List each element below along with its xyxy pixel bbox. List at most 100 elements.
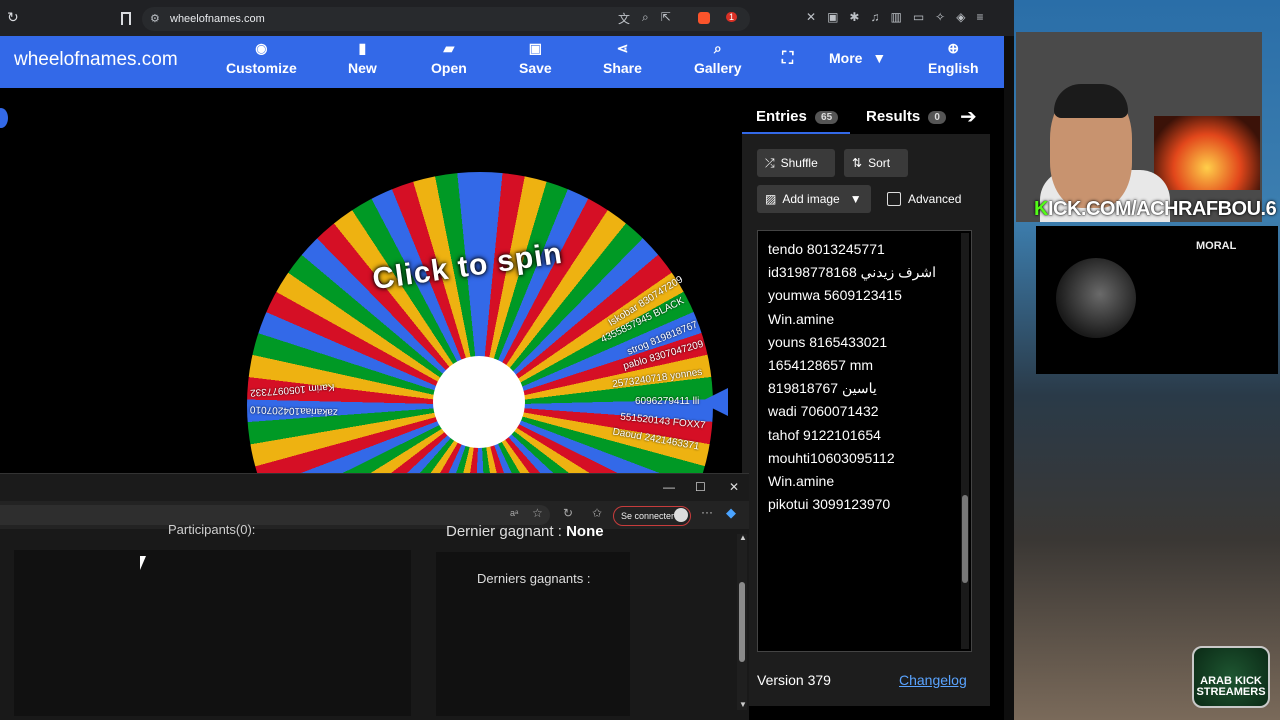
open-button[interactable]: ▰ Open bbox=[431, 38, 467, 76]
palette-icon: ◉ bbox=[255, 40, 268, 56]
more-options-icon[interactable]: ··· bbox=[701, 505, 713, 519]
menu-icon[interactable]: ≡ bbox=[976, 10, 983, 24]
entry-line: Win.amine bbox=[768, 310, 835, 327]
participants-list bbox=[14, 550, 411, 716]
sidebar-tabs: Entries 65 Results 0 bbox=[742, 100, 990, 134]
wheel-segment-label: 6096279411 lli bbox=[635, 396, 700, 407]
scrollbar-thumb[interactable] bbox=[739, 582, 745, 662]
chevron-down-icon: ▼ bbox=[872, 50, 887, 66]
wheel-pointer bbox=[700, 388, 728, 416]
new-button[interactable]: ▮ New bbox=[348, 38, 377, 76]
extension-icon[interactable]: ▣ bbox=[827, 10, 838, 24]
mouse-cursor-icon bbox=[140, 556, 146, 570]
entry-line: pikotui 3099123970 bbox=[768, 496, 891, 513]
overlay-scrollbar[interactable] bbox=[737, 534, 747, 710]
entries-textarea[interactable]: tendo 8013245771 id3198778168 اشرف زيدني y… bbox=[757, 230, 972, 652]
fireplace-image bbox=[1154, 116, 1260, 190]
bookmark-icon[interactable] bbox=[121, 12, 131, 25]
save-icon: ▣ bbox=[528, 40, 542, 56]
tab-entries[interactable]: Entries 65 bbox=[756, 108, 839, 125]
file-icon: ▮ bbox=[358, 40, 367, 56]
tab-results[interactable]: Results 0 bbox=[866, 108, 946, 125]
entry-line: youns 8165433021 bbox=[768, 333, 888, 350]
entry-line: 819818767 ياسين bbox=[768, 380, 877, 397]
entry-line: tendo 8013245771 bbox=[768, 241, 885, 257]
scroll-down-icon[interactable]: ▼ bbox=[739, 700, 747, 709]
participants-title: Participants(0): bbox=[168, 522, 256, 537]
entry-line: 1654128657 mm bbox=[768, 356, 874, 373]
brave-shield-icon[interactable] bbox=[698, 12, 710, 24]
language-button[interactable]: ⊕ English bbox=[928, 38, 979, 76]
notification-badge: 1 bbox=[726, 12, 738, 22]
entries-count-badge: 65 bbox=[815, 110, 839, 124]
minimize-icon[interactable]: — bbox=[663, 480, 675, 494]
winners-title: Derniers gagnants : bbox=[477, 571, 591, 586]
translate-icon[interactable]: 文 bbox=[618, 10, 630, 27]
search-icon: ⌕ bbox=[713, 40, 722, 56]
more-button[interactable]: More ▼ bbox=[829, 50, 886, 66]
collapse-arrow-icon[interactable]: ➔ bbox=[960, 104, 977, 129]
overlay-address-bar[interactable] bbox=[0, 505, 550, 525]
zoom-icon[interactable]: ⌕ bbox=[642, 10, 649, 27]
channel-label: KICK.COM/ACHRAFBOU.6 bbox=[1034, 198, 1277, 220]
site-info-icon[interactable]: ⚙ bbox=[150, 12, 160, 25]
sort-button[interactable]: ⇅ Sort bbox=[844, 149, 908, 177]
refresh-icon[interactable]: ↻ bbox=[563, 506, 573, 520]
last-winner: Dernier gagnant : None bbox=[446, 523, 604, 540]
customize-button[interactable]: ◉ Customize bbox=[226, 38, 297, 76]
advanced-checkbox[interactable] bbox=[887, 192, 901, 206]
read-aloud-icon[interactable]: aᵃ bbox=[510, 508, 518, 518]
media-icon[interactable]: ♫ bbox=[870, 10, 879, 24]
entry-line: youmwa 5609123415 bbox=[768, 287, 902, 304]
browser-toolbar: ↻ ⚙ wheelofnames.com 文 ⌕ ⇱ 1 ✕ ▣ ✱ ♫ ▥ ▭… bbox=[0, 0, 1014, 36]
close-icon[interactable]: ✕ bbox=[729, 480, 739, 494]
version-text: Version 379 bbox=[757, 672, 831, 688]
site-logo[interactable]: wheelofnames.com bbox=[14, 49, 178, 71]
entry-line: Win.amine bbox=[768, 472, 835, 489]
vpn-icon[interactable]: ◈ bbox=[956, 10, 965, 24]
active-tab-indicator bbox=[742, 132, 850, 134]
site-header: wheelofnames.com ◉ Customize ▮ New ▰ Ope… bbox=[0, 36, 1004, 88]
entry-line: tahof 9122101654 bbox=[768, 426, 881, 443]
fullscreen-icon[interactable]: ⛶ bbox=[782, 50, 793, 68]
globe-icon: ⊕ bbox=[947, 40, 960, 56]
ai-icon[interactable]: ✧ bbox=[935, 10, 945, 24]
overlay-toolbar: aᵃ ☆ ↻ ✩ Se connecter ··· ◆ bbox=[0, 501, 749, 529]
scrollbar-thumb[interactable] bbox=[962, 495, 968, 583]
shuffle-icon: ⤮ bbox=[765, 155, 775, 170]
share-button[interactable]: ⋖ Share bbox=[603, 38, 642, 76]
share-icon: ⋖ bbox=[616, 40, 629, 56]
url-text: wheelofnames.com bbox=[170, 13, 265, 25]
moral-logo: MORAL bbox=[1196, 240, 1237, 252]
save-button[interactable]: ▣ Save bbox=[519, 38, 552, 76]
sidebar-icon[interactable]: ▥ bbox=[890, 10, 901, 24]
scroll-up-icon[interactable]: ▲ bbox=[739, 533, 747, 542]
shuffle-button[interactable]: ⤮ Shuffle bbox=[757, 149, 835, 177]
share-page-icon[interactable]: ⇱ bbox=[661, 10, 671, 27]
favorites-icon[interactable]: ✩ bbox=[592, 506, 602, 520]
arab-kick-logo: ARAB KICK STREAMERS bbox=[1192, 646, 1270, 708]
overlay-window-titlebar: — ☐ ✕ bbox=[0, 473, 749, 501]
copilot-icon[interactable]: ◆ bbox=[726, 505, 736, 521]
streamer-hair bbox=[1054, 84, 1128, 118]
add-image-button[interactable]: ▨ Add image ▼ bbox=[757, 185, 871, 213]
changelog-link[interactable]: Changelog bbox=[899, 672, 967, 688]
maximize-icon[interactable]: ☐ bbox=[695, 480, 706, 494]
wallet-icon[interactable]: ▭ bbox=[913, 10, 924, 24]
extension-icon[interactable]: ✕ bbox=[806, 10, 816, 24]
entry-line: mouhti10603095112 bbox=[768, 449, 895, 466]
avatar[interactable] bbox=[674, 508, 688, 522]
advanced-label: Advanced bbox=[908, 192, 962, 206]
sort-icon: ⇅ bbox=[852, 156, 863, 170]
results-count-badge: 0 bbox=[928, 110, 946, 124]
wheel-hub[interactable] bbox=[433, 356, 525, 448]
chevron-down-icon: ▼ bbox=[849, 192, 862, 206]
reload-icon[interactable]: ↻ bbox=[7, 10, 21, 24]
image-icon: ▨ bbox=[765, 192, 777, 206]
favorite-icon[interactable]: ☆ bbox=[532, 506, 543, 520]
gallery-button[interactable]: ⌕ Gallery bbox=[694, 38, 741, 76]
entries-scrollbar[interactable] bbox=[961, 233, 969, 649]
folder-icon: ▰ bbox=[443, 40, 455, 56]
moral-face-image bbox=[1056, 258, 1136, 338]
puzzle-icon[interactable]: ✱ bbox=[849, 10, 859, 24]
